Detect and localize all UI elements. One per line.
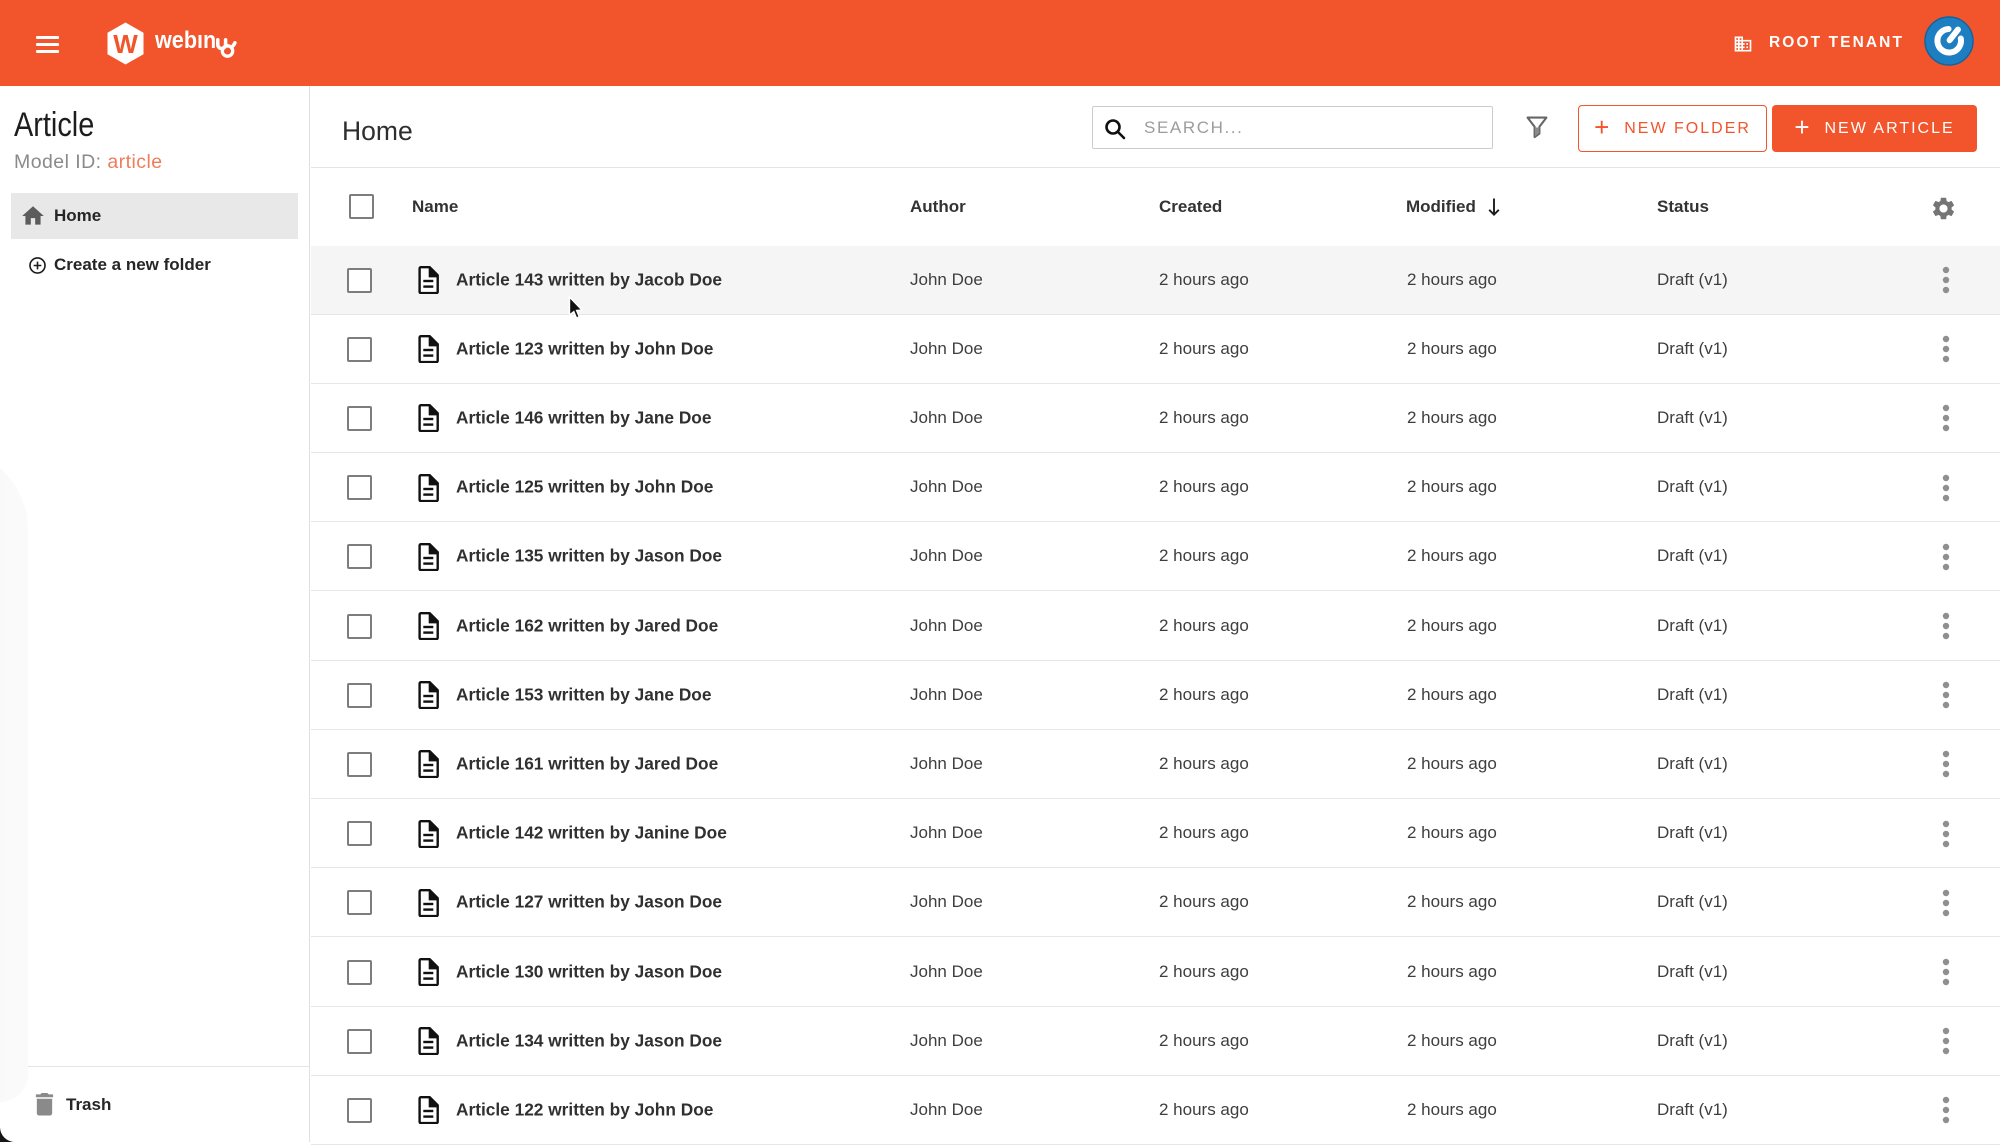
svg-text:W: W	[113, 29, 138, 59]
